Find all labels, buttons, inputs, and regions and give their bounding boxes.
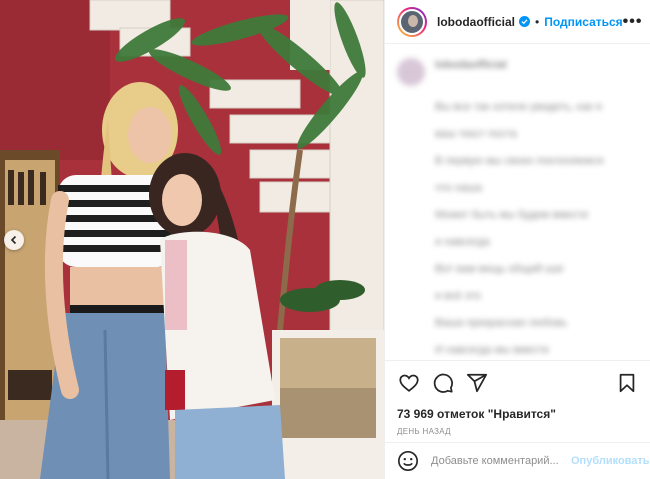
caption-line: ваш текст поста bbox=[435, 128, 517, 140]
caption-line: и всё это bbox=[435, 290, 481, 302]
comment-author: lobodaofficial bbox=[435, 59, 507, 71]
bookmark-icon bbox=[619, 373, 635, 393]
verified-badge-icon bbox=[519, 16, 530, 27]
caption-line: В первую мы своих поклоняемся bbox=[435, 155, 604, 167]
photo-illustration bbox=[0, 0, 384, 479]
emoji-icon[interactable] bbox=[397, 450, 419, 472]
caption-line: Ваша прекрасная любовь bbox=[435, 317, 568, 329]
publish-button[interactable]: Опубликовать bbox=[571, 455, 650, 467]
avatar[interactable] bbox=[397, 6, 427, 37]
separator: • bbox=[535, 14, 540, 29]
username[interactable]: lobodaofficial bbox=[437, 15, 515, 29]
blurred-caption: lobodaofficial Вы все так хотели увидеть… bbox=[397, 58, 638, 358]
caption-line: Вот вам вещь общий шаг bbox=[435, 263, 565, 275]
comment-avatar bbox=[397, 58, 425, 86]
carousel-prev-button[interactable] bbox=[4, 230, 24, 250]
likes-count[interactable]: 73 969 отметок "Нравится" bbox=[397, 407, 639, 421]
save-button[interactable] bbox=[615, 371, 639, 395]
caption-line: что наша bbox=[435, 182, 482, 194]
caption-line: Вы все так хотели увидеть, как я bbox=[435, 101, 602, 113]
caption-line: И навсегда мы вместе bbox=[435, 344, 550, 356]
like-button[interactable] bbox=[397, 371, 421, 395]
caption-line: и навсегда bbox=[435, 236, 490, 248]
post-actions: 73 969 отметок "Нравится" ДЕНЬ НАЗАД bbox=[385, 360, 650, 436]
comment-icon bbox=[433, 373, 453, 393]
chevron-left-icon bbox=[10, 235, 17, 245]
comment-input[interactable] bbox=[431, 455, 571, 467]
comment-button[interactable] bbox=[431, 371, 455, 395]
share-icon bbox=[466, 373, 488, 393]
follow-button[interactable]: Подписаться bbox=[544, 15, 622, 29]
post-photo[interactable] bbox=[0, 0, 384, 479]
post-time[interactable]: ДЕНЬ НАЗАД bbox=[397, 427, 639, 436]
comments-area: lobodaofficial Вы все так хотели увидеть… bbox=[385, 44, 650, 359]
heart-icon bbox=[399, 374, 419, 392]
share-button[interactable] bbox=[465, 371, 489, 395]
caption-line: Может быть мы будем вместе bbox=[435, 209, 589, 221]
more-options-button[interactable]: ••• bbox=[623, 13, 643, 31]
post-header: lobodaofficial • Подписаться ••• bbox=[385, 0, 650, 44]
post-side-panel: lobodaofficial • Подписаться ••• lobodao… bbox=[384, 0, 650, 479]
add-comment-bar: Опубликовать bbox=[385, 442, 650, 479]
